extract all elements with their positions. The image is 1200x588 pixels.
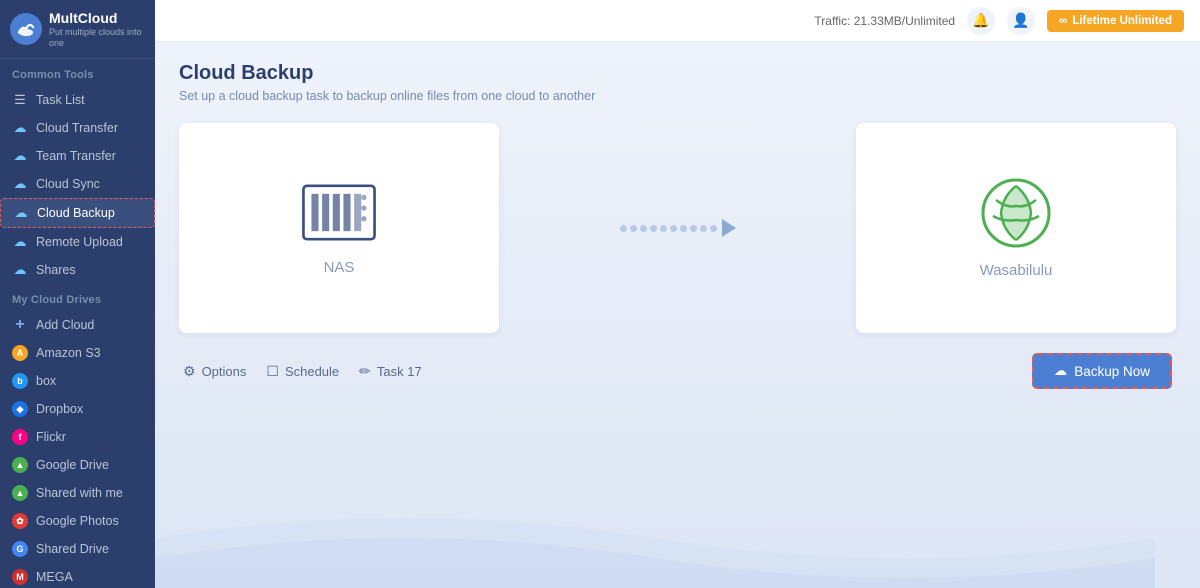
sidebar-item-google-photos[interactable]: ✿ Google Photos [0, 507, 155, 535]
sidebar-label-task-list: Task List [36, 93, 85, 107]
amazon-s3-icon: A [12, 345, 28, 361]
sidebar-label-mega: MEGA [36, 570, 73, 584]
logo-tagline: Put multiple clouds into one [49, 27, 143, 49]
lifetime-button[interactable]: ∞ Lifetime Unlimited [1047, 10, 1184, 32]
logo-icon [10, 13, 42, 45]
mega-icon: M [12, 569, 28, 585]
backup-now-label: Backup Now [1074, 364, 1150, 379]
google-photos-icon: ✿ [12, 513, 28, 529]
sidebar-label-flickr: Flickr [36, 430, 66, 444]
backup-now-button[interactable]: ☁ Backup Now [1032, 353, 1172, 389]
sidebar-item-amazon-s3[interactable]: A Amazon S3 [0, 339, 155, 367]
wasabi-svg-icon [981, 178, 1051, 248]
sidebar-label-box: box [36, 374, 56, 388]
cloud-drives-title: My Cloud Drives [0, 284, 155, 311]
sidebar-label-team-transfer: Team Transfer [36, 149, 116, 163]
sidebar-item-shared-with-me[interactable]: ▲ Shared with me [0, 479, 155, 507]
sidebar-item-google-drive[interactable]: ▲ Google Drive [0, 451, 155, 479]
options-icon: ⚙ [183, 363, 196, 380]
sidebar-label-shares: Shares [36, 263, 76, 277]
sidebar-label-google-photos: Google Photos [36, 514, 119, 528]
page-title: Cloud Backup [179, 62, 1176, 85]
sidebar-label-dropbox: Dropbox [36, 402, 83, 416]
logo: MultCloud Put multiple clouds into one [0, 0, 155, 59]
team-transfer-icon: ☁ [12, 148, 28, 164]
sidebar-item-add-cloud[interactable]: + Add Cloud [0, 311, 155, 339]
sidebar-item-box[interactable]: b box [0, 367, 155, 395]
sidebar-item-dropbox[interactable]: ◆ Dropbox [0, 395, 155, 423]
shared-drive-icon: G [12, 541, 28, 557]
options-action[interactable]: ⚙ Options [183, 363, 246, 380]
source-label: NAS [324, 259, 355, 276]
bottom-bar: ⚙ Options ☐ Schedule ✏ Task 17 ☁ Backup … [179, 353, 1176, 389]
task-label: Task 17 [377, 364, 422, 379]
lifetime-label: Lifetime Unlimited [1072, 15, 1172, 27]
sidebar-item-shared-drive[interactable]: G Shared Drive [0, 535, 155, 563]
sidebar-item-flickr[interactable]: f Flickr [0, 423, 155, 451]
sidebar-item-team-transfer[interactable]: ☁ Team Transfer [0, 142, 155, 170]
page-subtitle: Set up a cloud backup task to backup onl… [179, 89, 1176, 103]
sidebar-label-cloud-transfer: Cloud Transfer [36, 121, 118, 135]
nas-svg-icon [299, 180, 379, 245]
traffic-info: Traffic: 21.33MB/Unlimited [814, 14, 955, 28]
sidebar-item-cloud-sync[interactable]: ☁ Cloud Sync [0, 170, 155, 198]
flickr-icon: f [12, 429, 28, 445]
shared-with-me-icon: ▲ [12, 485, 28, 501]
bottom-left-actions: ⚙ Options ☐ Schedule ✏ Task 17 [183, 363, 422, 380]
lifetime-icon: ∞ [1059, 15, 1067, 27]
sidebar-item-mega[interactable]: M MEGA [0, 563, 155, 588]
shares-icon: ☁ [12, 262, 28, 278]
sidebar-item-shares[interactable]: ☁ Shares [0, 256, 155, 284]
sidebar-label-remote-upload: Remote Upload [36, 235, 123, 249]
content-area: Cloud Backup Set up a cloud backup task … [155, 42, 1200, 588]
cloud-transfer-icon: ☁ [12, 120, 28, 136]
dest-box[interactable]: Wasabilulu [856, 123, 1176, 333]
schedule-action[interactable]: ☐ Schedule [266, 363, 339, 380]
dropbox-icon: ◆ [12, 401, 28, 417]
cloud-sync-icon: ☁ [12, 176, 28, 192]
sidebar: MultCloud Put multiple clouds into one C… [0, 0, 155, 588]
sidebar-label-cloud-backup: Cloud Backup [37, 206, 115, 220]
transfer-area: NAS [179, 123, 1176, 333]
sidebar-item-cloud-backup[interactable]: ☁ Cloud Backup [0, 198, 155, 228]
sidebar-label-add-cloud: Add Cloud [36, 318, 94, 332]
main-content: Traffic: 21.33MB/Unlimited 🔔 👤 ∞ Lifetim… [155, 0, 1200, 588]
transfer-arrow [499, 219, 856, 237]
task-action[interactable]: ✏ Task 17 [359, 363, 422, 380]
logo-name: MultCloud [49, 10, 143, 27]
notification-bell[interactable]: 🔔 [967, 7, 995, 35]
sidebar-label-amazon-s3: Amazon S3 [36, 346, 101, 360]
sidebar-item-remote-upload[interactable]: ☁ Remote Upload [0, 228, 155, 256]
sidebar-label-shared-drive: Shared Drive [36, 542, 109, 556]
sidebar-label-shared-with-me: Shared with me [36, 486, 123, 500]
google-drive-icon: ▲ [12, 457, 28, 473]
remote-upload-icon: ☁ [12, 234, 28, 250]
cloud-backup-icon: ☁ [13, 205, 29, 221]
sidebar-label-google-drive: Google Drive [36, 458, 109, 472]
dest-label: Wasabilulu [980, 262, 1053, 279]
add-cloud-icon: + [12, 317, 28, 333]
user-avatar[interactable]: 👤 [1007, 7, 1035, 35]
sidebar-item-cloud-transfer[interactable]: ☁ Cloud Transfer [0, 114, 155, 142]
dotted-arrow [620, 219, 736, 237]
sidebar-label-cloud-sync: Cloud Sync [36, 177, 100, 191]
options-label: Options [202, 364, 247, 379]
logo-text: MultCloud Put multiple clouds into one [49, 10, 143, 48]
source-box[interactable]: NAS [179, 123, 499, 333]
task-edit-icon: ✏ [359, 363, 371, 380]
wave-decoration [155, 488, 1155, 588]
schedule-icon: ☐ [266, 363, 279, 380]
sidebar-item-task-list[interactable]: ☰ Task List [0, 86, 155, 114]
schedule-label: Schedule [285, 364, 339, 379]
task-list-icon: ☰ [12, 92, 28, 108]
common-tools-title: Common Tools [0, 59, 155, 86]
box-icon: b [12, 373, 28, 389]
header: Traffic: 21.33MB/Unlimited 🔔 👤 ∞ Lifetim… [155, 0, 1200, 42]
backup-now-icon: ☁ [1054, 363, 1068, 379]
